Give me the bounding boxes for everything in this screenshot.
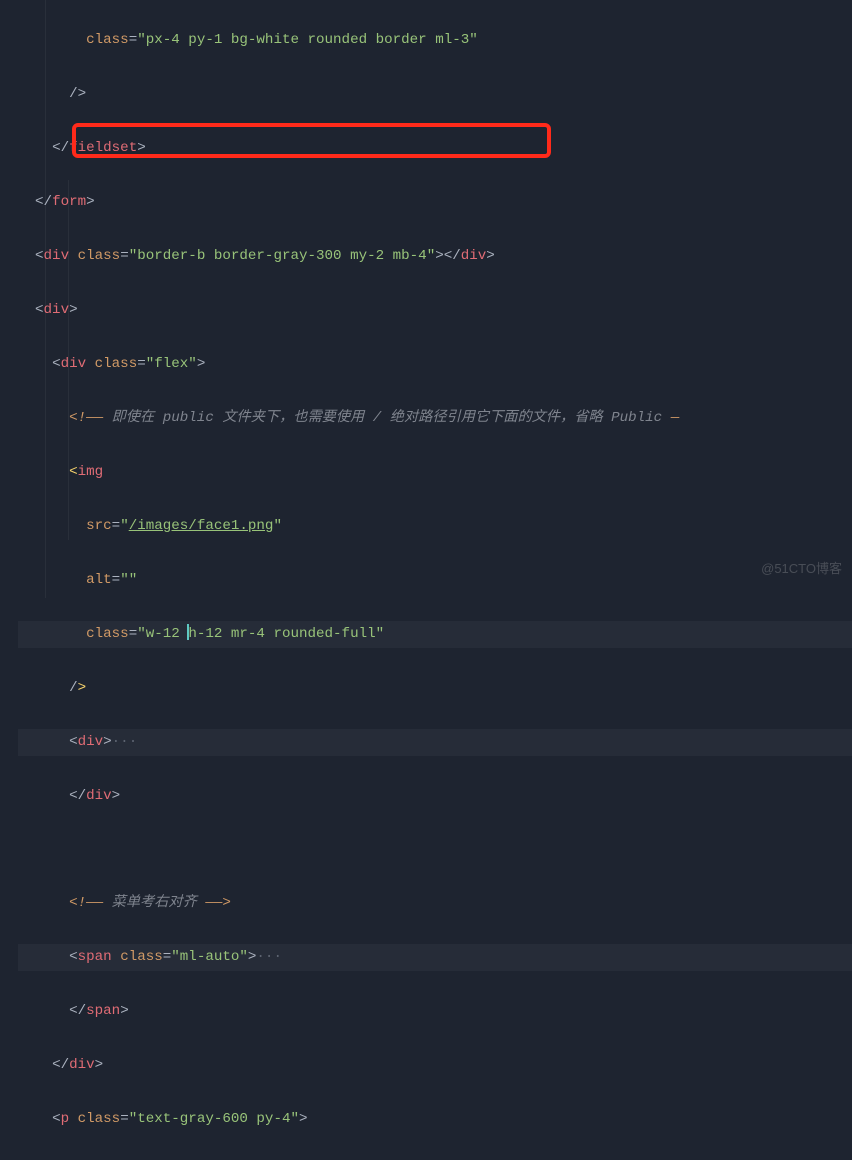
code-line: </fieldset>	[18, 135, 852, 162]
tag-div: div	[461, 248, 487, 264]
code-line-active: class="w-12 h-12 mr-4 rounded-full"	[18, 621, 852, 648]
attr-value: "w-12	[137, 626, 188, 642]
code-line	[18, 837, 852, 864]
code-line: </div>	[18, 783, 852, 810]
comment-text: 菜单考右对齐	[103, 895, 205, 911]
code-line: </form>	[18, 189, 852, 216]
attr-name: src	[86, 518, 112, 534]
tag-div: div	[78, 734, 104, 750]
tag-div: div	[86, 788, 112, 804]
code-line: alt=""	[18, 567, 852, 594]
attr-name: class	[86, 32, 129, 48]
code-line: <span class="ml-auto">···	[18, 944, 852, 971]
attr-name: class	[86, 626, 129, 642]
tag-div: div	[69, 1057, 95, 1073]
code-line: </span>	[18, 998, 852, 1025]
tag-div: div	[44, 302, 70, 318]
code-line: <div class="border-b border-gray-300 my-…	[18, 243, 852, 270]
watermark: @51CTO博客	[761, 557, 842, 582]
attr-value: h-12 mr-4 rounded-full"	[188, 626, 384, 642]
code-line: />	[18, 81, 852, 108]
comment-text: 即使在 public 文件夹下，也需要使用 / 绝对路径引用它下面的文件，省略 …	[103, 410, 671, 426]
attr-value: "ml-auto"	[171, 949, 248, 965]
fold-icon[interactable]: ···	[112, 734, 138, 750]
code-line: <div>···	[18, 729, 852, 756]
tag-span: span	[86, 1003, 120, 1019]
attr-name: class	[120, 949, 163, 965]
tag-div: div	[44, 248, 70, 264]
attr-value: "text-gray-600 py-4"	[129, 1111, 299, 1127]
tag-fieldset: fieldset	[69, 140, 137, 156]
attr-value: "flex"	[146, 356, 197, 372]
tag-form: form	[52, 194, 86, 210]
attr-name: alt	[86, 572, 112, 588]
code-line: />	[18, 675, 852, 702]
code-line: <p class="text-gray-600 py-4">	[18, 1106, 852, 1133]
attr-value: ""	[120, 572, 137, 588]
attr-name: class	[78, 1111, 121, 1127]
attr-value: "px-4 py-1 bg-white rounded border ml-3"	[137, 32, 478, 48]
tag-span: span	[78, 949, 112, 965]
attr-name: class	[78, 248, 121, 264]
tag-p: p	[61, 1111, 70, 1127]
code-line: <!—— 即使在 public 文件夹下，也需要使用 / 绝对路径引用它下面的文…	[18, 405, 852, 432]
code-editor[interactable]: class="px-4 py-1 bg-white rounded border…	[0, 0, 852, 1160]
src-path: /images/face1.png	[129, 518, 274, 534]
self-close: />	[69, 86, 86, 102]
code-line: <div>	[18, 297, 852, 324]
tag-img: img	[78, 464, 104, 480]
code-line: <img	[18, 459, 852, 486]
code-line: <!—— 菜单考右对齐 ——>	[18, 890, 852, 917]
fold-icon[interactable]: ···	[256, 949, 282, 965]
attr-value: "border-b border-gray-300 my-2 mb-4"	[129, 248, 436, 264]
tag-div: div	[61, 356, 87, 372]
code-line: class="px-4 py-1 bg-white rounded border…	[18, 27, 852, 54]
attr-name: class	[95, 356, 138, 372]
code-line: </div>	[18, 1052, 852, 1079]
code-line: <div class="flex">	[18, 351, 852, 378]
code-line: src="/images/face1.png"	[18, 513, 852, 540]
